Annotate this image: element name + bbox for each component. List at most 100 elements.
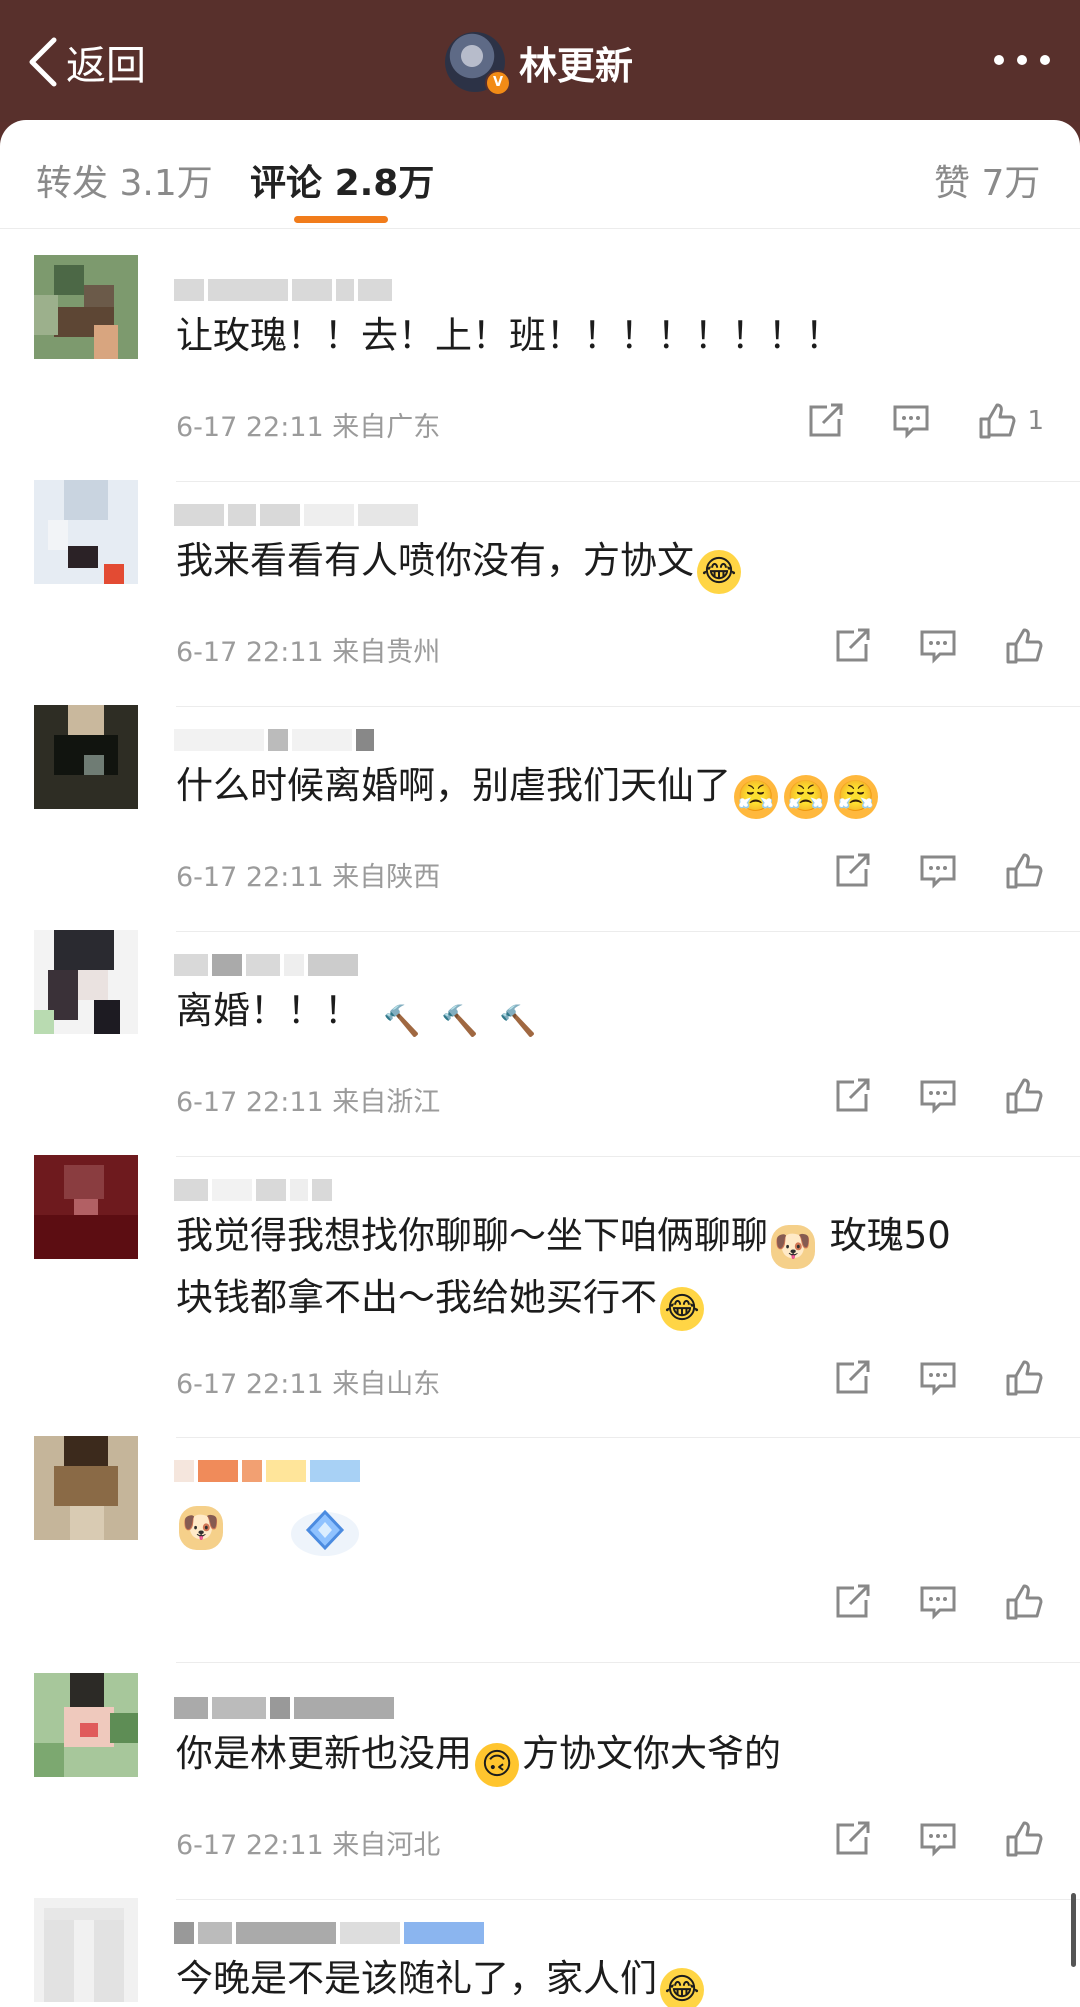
username-blurred[interactable] xyxy=(174,946,358,984)
comment-meta: 6-17 22:11 来自河北 xyxy=(176,1823,440,1862)
hammer-emoji-icon: 🔨 xyxy=(499,1004,537,1039)
comment-actions xyxy=(786,1358,1044,1398)
divider xyxy=(176,1437,1080,1438)
divider xyxy=(0,228,1080,229)
share-icon[interactable] xyxy=(832,1358,872,1398)
username-blurred[interactable] xyxy=(174,1914,484,1952)
chevron-left-icon xyxy=(29,37,57,87)
like-icon[interactable] xyxy=(1004,1819,1044,1859)
comment-icon[interactable] xyxy=(918,1076,958,1116)
username-blurred[interactable] xyxy=(174,1452,360,1490)
page-title: 林更新 xyxy=(519,43,634,88)
comment-text-content: 玫瑰50 xyxy=(829,1214,951,1257)
sticker-diamond-icon xyxy=(291,1509,359,1556)
comment-time: 6-17 22:11 xyxy=(176,637,324,668)
back-button[interactable]: 返回 xyxy=(26,30,146,94)
scrollbar[interactable] xyxy=(1071,1893,1076,1967)
tab-like[interactable]: 赞 7万 xyxy=(934,154,1040,206)
like-count: 1 xyxy=(1027,406,1044,436)
comment-actions xyxy=(786,1076,1044,1116)
laugh-cry-emoji-icon: 😂 xyxy=(660,1968,704,2007)
comment-meta: 6-17 22:11 来自陕西 xyxy=(176,855,440,894)
share-icon[interactable] xyxy=(832,1819,872,1859)
comment-text-content: 我来看看有人喷你没有，方协文 xyxy=(176,539,694,582)
username-blurred[interactable] xyxy=(174,1689,394,1727)
doge-emoji-icon: 🐶 xyxy=(771,1225,815,1269)
comment-location: 来自陕西 xyxy=(332,862,441,893)
username-blurred[interactable] xyxy=(174,496,418,534)
share-icon[interactable] xyxy=(832,1076,872,1116)
share-icon[interactable] xyxy=(805,401,845,441)
comment-text-content: 今晚是不是该随礼了，家人们 xyxy=(176,1957,657,2000)
comment-actions xyxy=(786,1819,1044,1859)
username-blurred[interactable] xyxy=(174,271,392,309)
comment-actions xyxy=(786,1582,1044,1622)
comment-icon[interactable] xyxy=(918,851,958,891)
comment-icon[interactable] xyxy=(891,401,931,441)
like-icon[interactable] xyxy=(1004,851,1044,891)
comment-text-content: 我觉得我想找你聊聊～坐下咱俩聊聊 xyxy=(176,1214,768,1257)
tab-comment-count: 2.8万 xyxy=(334,163,435,204)
comment-text: 今晚是不是该随礼了，家人们 😂 xyxy=(176,1950,707,2007)
comment-location: 来自浙江 xyxy=(332,1087,441,1118)
comment-time: 6-17 22:11 xyxy=(176,1087,324,1118)
divider xyxy=(176,1156,1080,1157)
laugh-cry-emoji-icon: 😂 xyxy=(697,550,741,594)
comment-actions xyxy=(786,851,1044,891)
avatar[interactable] xyxy=(34,255,138,359)
like-icon[interactable] xyxy=(1004,626,1044,666)
comment-icon[interactable] xyxy=(918,1582,958,1622)
comment-text: 我觉得我想找你聊聊～坐下咱俩聊聊 🐶 玫瑰50 块钱都拿不出～我给她买行不 😂 xyxy=(176,1207,951,1331)
comment-sheet: 转发 3.1万 评论 2.8万 赞 7万 让玫瑰！！去！上！班！！！！！！！！ … xyxy=(0,120,1080,2007)
angry-emoji-icon: 😤 xyxy=(834,775,878,819)
divider xyxy=(176,1899,1080,1900)
avatar[interactable] xyxy=(34,1898,138,2002)
comment-meta: 6-17 22:11 来自贵州 xyxy=(176,630,440,669)
tab-repost-count: 3.1万 xyxy=(119,163,213,204)
comment-text: 你是林更新也没用 🙃 方协文你大爷的 xyxy=(176,1725,781,1787)
like-icon[interactable] xyxy=(1004,1076,1044,1116)
comment-text-content: 什么时候离婚啊，别虐我们天仙了 xyxy=(176,764,731,807)
comment-time: 6-17 22:11 xyxy=(176,1369,324,1400)
angry-emoji-icon: 😤 xyxy=(734,775,778,819)
avatar[interactable]: V xyxy=(445,32,511,96)
hammer-emoji-icon: 🔨 xyxy=(383,1004,421,1039)
profile-title[interactable]: V 林更新 xyxy=(445,31,634,96)
comment-icon[interactable] xyxy=(918,1358,958,1398)
like-icon[interactable] xyxy=(1004,1358,1044,1398)
like-icon[interactable] xyxy=(1004,1582,1044,1622)
comment-location: 来自贵州 xyxy=(332,637,441,668)
tab-comment-label: 评论 xyxy=(250,163,323,204)
upside-down-face-emoji-icon: 🙃 xyxy=(475,1743,519,1787)
avatar[interactable] xyxy=(34,1155,138,1259)
laugh-cry-emoji-icon: 😂 xyxy=(660,1287,704,1331)
tab-comment[interactable]: 评论 2.8万 xyxy=(250,154,434,206)
back-label: 返回 xyxy=(66,43,146,89)
avatar[interactable] xyxy=(34,705,138,809)
divider xyxy=(176,931,1080,932)
comment-text-content: 方协文你大爷的 xyxy=(522,1732,781,1775)
comment-text-content: 块钱都拿不出～我给她买行不 xyxy=(176,1276,657,1319)
comment-actions: 1 xyxy=(759,401,1044,441)
share-icon[interactable] xyxy=(832,626,872,666)
like-icon[interactable] xyxy=(977,401,1017,441)
comment-meta: 6-17 22:11 来自浙江 xyxy=(176,1080,440,1119)
share-icon[interactable] xyxy=(832,851,872,891)
tab-repost[interactable]: 转发 3.1万 xyxy=(36,154,213,206)
username-blurred[interactable] xyxy=(174,721,374,759)
username-blurred[interactable] xyxy=(174,1171,332,1209)
comment-meta: 6-17 22:11 来自广东 xyxy=(176,405,440,444)
comment-location: 来自广东 xyxy=(332,412,441,443)
avatar[interactable] xyxy=(34,480,138,584)
share-icon[interactable] xyxy=(832,1582,872,1622)
comment-icon[interactable] xyxy=(918,626,958,666)
avatar[interactable] xyxy=(34,1436,138,1540)
comment-icon[interactable] xyxy=(918,1819,958,1859)
comment-text: 我来看看有人喷你没有，方协文 😂 xyxy=(176,532,744,594)
more-dots-icon[interactable] xyxy=(994,50,1050,70)
angry-emoji-icon: 😤 xyxy=(784,775,828,819)
avatar[interactable] xyxy=(34,1673,138,1777)
tab-active-indicator xyxy=(294,216,388,223)
comment-actions xyxy=(786,626,1044,666)
avatar[interactable] xyxy=(34,930,138,1034)
